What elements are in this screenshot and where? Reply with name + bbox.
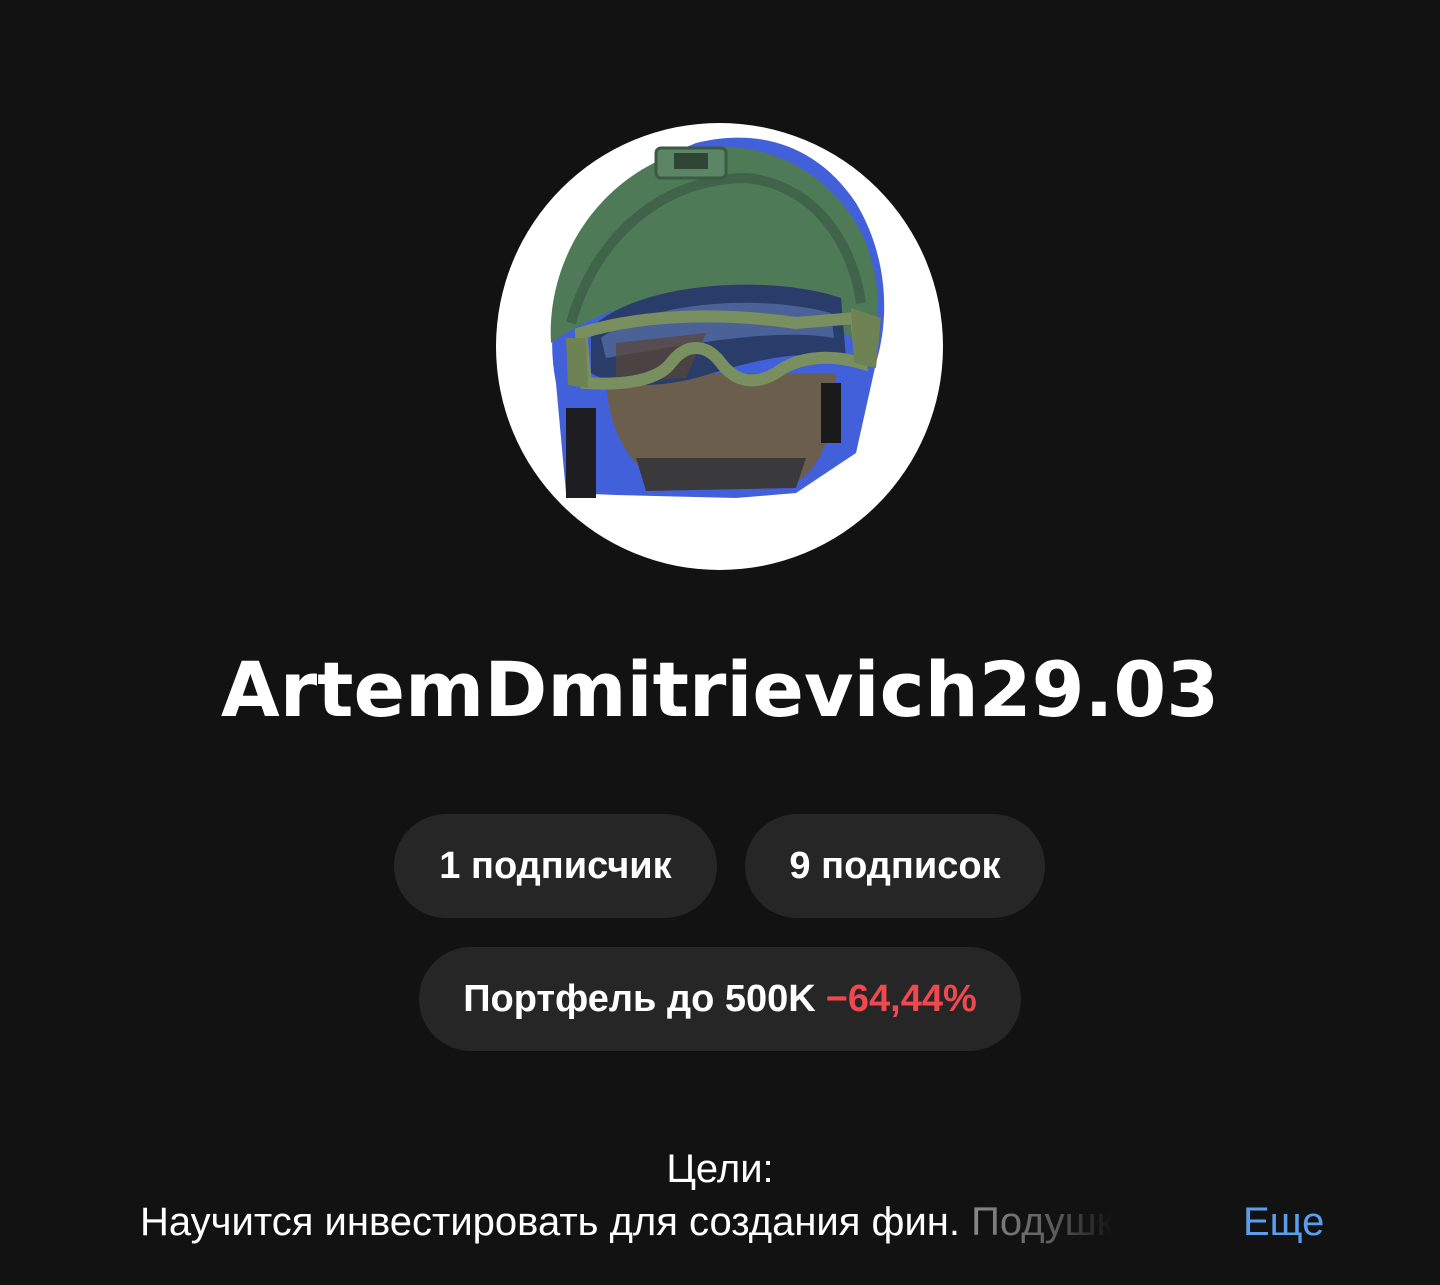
bio-more-link[interactable]: Еще (1243, 1195, 1324, 1249)
profile-avatar[interactable] (496, 123, 943, 570)
bio-text-main: Научится инвестировать для создания фин. (140, 1200, 960, 1244)
portfolio-label: Портфель до 500K (463, 977, 816, 1020)
portfolio-button[interactable]: Портфель до 500K −64,44% (419, 947, 1021, 1051)
following-label: 9 подписок (789, 844, 1001, 887)
username-title: ArtemDmitrievich29.03 (220, 645, 1220, 734)
followers-label: 1 подписчик (439, 844, 672, 887)
bio-text-faded: Подушк (971, 1200, 1115, 1244)
helmet-goggles-avatar-icon (550, 137, 885, 499)
bio-text: Научится инвестировать для создания фин.… (140, 1195, 1340, 1249)
followers-button[interactable]: 1 подписчик (394, 814, 717, 918)
following-button[interactable]: 9 подписок (745, 814, 1045, 918)
bio-title: Цели: (666, 1147, 774, 1191)
portfolio-change: −64,44% (825, 977, 977, 1020)
